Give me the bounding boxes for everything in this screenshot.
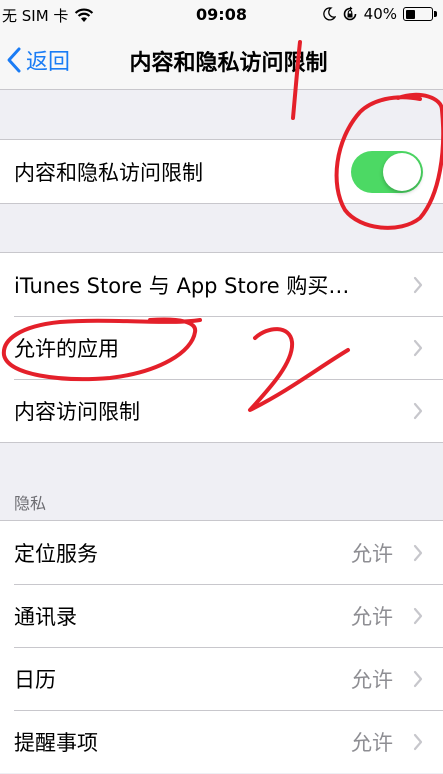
chevron-right-icon xyxy=(413,733,423,750)
battery-percent: 40% xyxy=(363,5,397,23)
chevron-right-icon xyxy=(413,276,423,293)
list-item-itunes-purchases[interactable]: iTunes Store 与 App Store 购买… xyxy=(0,253,443,316)
list-item-location-services[interactable]: 定位服务 允许 xyxy=(0,521,443,584)
chevron-right-icon xyxy=(413,544,423,561)
list-item-label: 内容访问限制 xyxy=(14,399,140,424)
list-item-contacts[interactable]: 通讯录 允许 xyxy=(0,584,443,647)
list-item-label: iTunes Store 与 App Store 购买… xyxy=(14,273,350,298)
status-right: 40% xyxy=(316,5,437,23)
restriction-row: 内容和隐私访问限制 xyxy=(0,140,443,203)
restriction-toggle[interactable] xyxy=(351,151,423,193)
list-item-label: 定位服务 xyxy=(14,541,98,566)
privacy-group: 定位服务 允许 通讯录 允许 日历 允许 提醒事项 允许 xyxy=(0,520,443,773)
restriction-label: 内容和隐私访问限制 xyxy=(14,160,203,185)
toggle-knob xyxy=(383,153,421,191)
list-item-label: 日历 xyxy=(14,667,56,692)
list-item-label: 通讯录 xyxy=(14,604,77,629)
chevron-right-icon xyxy=(413,402,423,419)
moon-icon xyxy=(322,7,336,21)
list-item-value: 允许 xyxy=(351,604,393,629)
content-group: iTunes Store 与 App Store 购买… 允许的应用 内容访问限… xyxy=(0,252,443,443)
list-item-label: 提醒事项 xyxy=(14,730,98,755)
list-item-value: 允许 xyxy=(351,667,393,692)
list-item-label: 允许的应用 xyxy=(14,336,119,361)
list-item-content-restrictions[interactable]: 内容访问限制 xyxy=(0,379,443,442)
chevron-right-icon xyxy=(413,607,423,624)
nav-bar: 返回 内容和隐私访问限制 xyxy=(0,30,443,90)
chevron-right-icon xyxy=(413,339,423,356)
restriction-group: 内容和隐私访问限制 xyxy=(0,139,443,204)
page-title: 内容和隐私访问限制 xyxy=(129,51,328,76)
battery-icon xyxy=(403,7,437,21)
list-item-calendars[interactable]: 日历 允许 xyxy=(0,647,443,710)
list-item-allowed-apps[interactable]: 允许的应用 xyxy=(0,316,443,379)
list-item-value: 允许 xyxy=(351,730,393,755)
privacy-section-header: 隐私 xyxy=(14,494,47,513)
list-item-value: 允许 xyxy=(351,541,393,566)
chevron-right-icon xyxy=(413,670,423,687)
list-item-reminders[interactable]: 提醒事项 允许 xyxy=(0,710,443,773)
status-bar: 无 SIM 卡 09:08 40% xyxy=(0,0,443,30)
rotation-lock-icon xyxy=(343,6,356,21)
battery-level xyxy=(405,9,416,19)
